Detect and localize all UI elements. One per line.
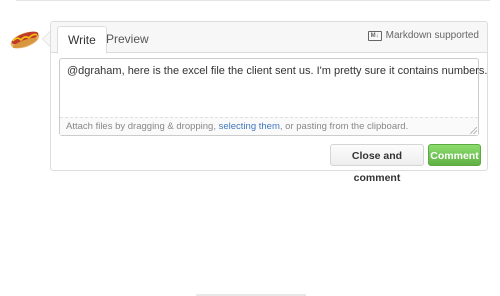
hotdog-avatar-icon xyxy=(10,31,40,49)
markdown-icon: M↓ xyxy=(367,30,382,41)
comment-pointer-fill xyxy=(43,32,50,46)
attach-prefix: Attach files by dragging & dropping, xyxy=(66,121,219,132)
comment-textarea[interactable]: @dgraham, here is the excel file the cli… xyxy=(59,58,487,136)
avatar[interactable] xyxy=(8,24,42,52)
resize-handle[interactable] xyxy=(470,127,477,134)
selecting-them-link[interactable]: selecting them xyxy=(219,121,280,132)
comment-tabs: Write Preview M↓ Markdown supported xyxy=(51,22,487,54)
attach-suffix: , or pasting from the clipboard. xyxy=(279,121,409,132)
close-and-comment-button[interactable]: Close and comment xyxy=(330,144,424,184)
markdown-label: Markdown supported xyxy=(385,30,479,41)
comment-form: Write Preview M↓ Markdown supported @dgr… xyxy=(50,21,488,184)
timeline-divider xyxy=(16,0,490,1)
comment-button[interactable]: Comment xyxy=(428,144,481,166)
markdown-supported-link[interactable]: M↓ Markdown supported xyxy=(367,30,479,41)
comment-text[interactable]: @dgraham, here is the excel file the cli… xyxy=(67,65,487,77)
tab-preview[interactable]: Preview xyxy=(96,26,159,52)
attach-files-bar[interactable]: Attach files by dragging & dropping, sel… xyxy=(60,117,478,135)
